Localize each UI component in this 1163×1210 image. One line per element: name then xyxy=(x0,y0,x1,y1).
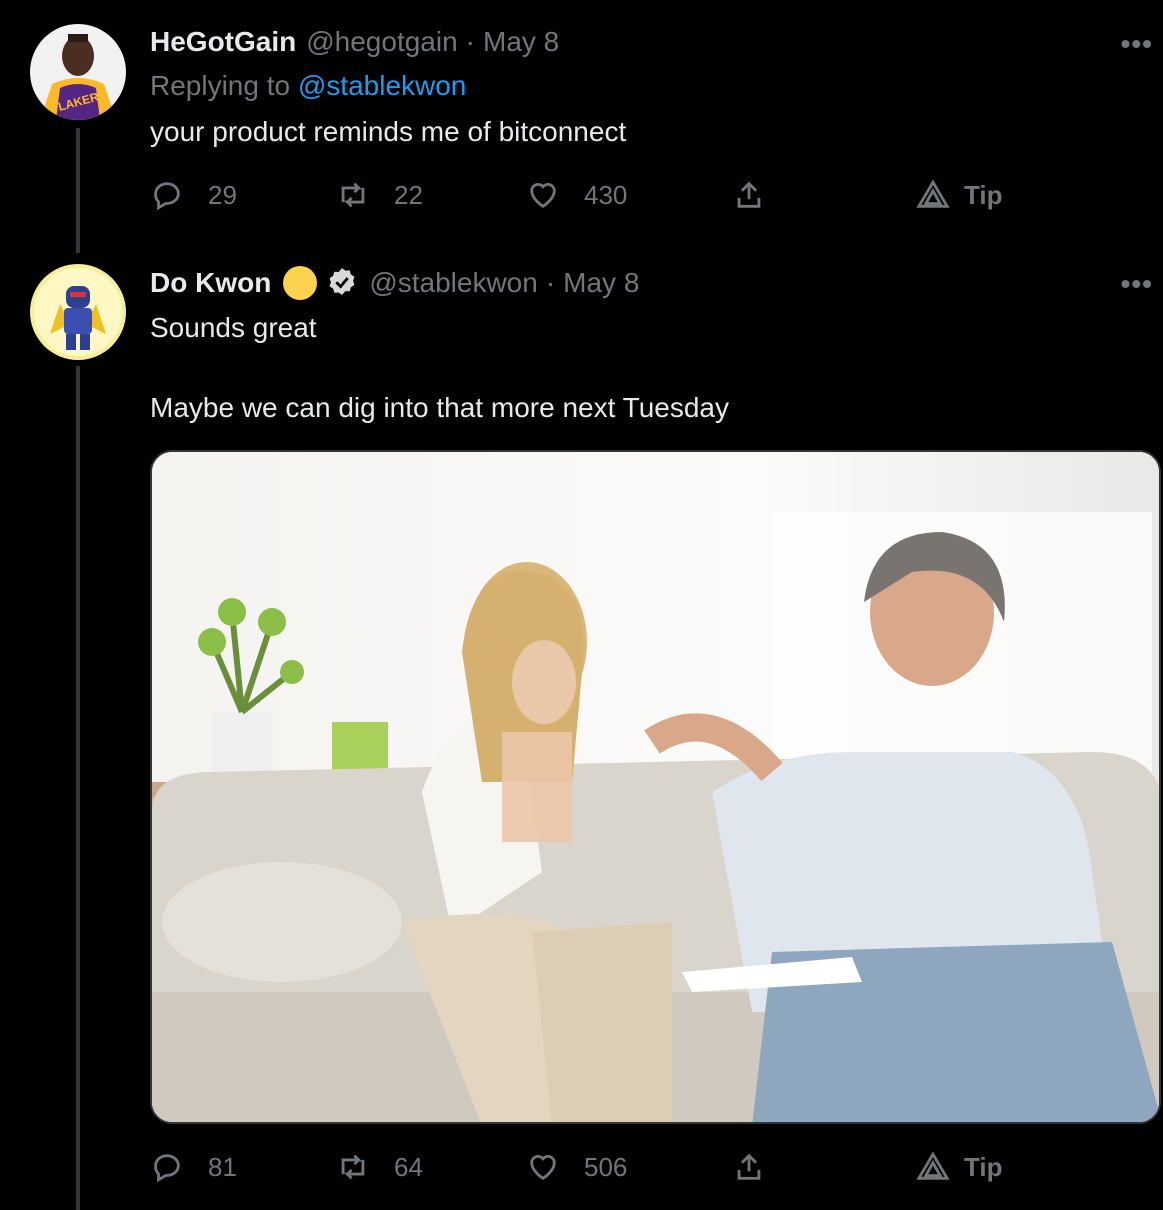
share-button[interactable] xyxy=(732,1150,766,1184)
retweet-count: 64 xyxy=(394,1151,423,1182)
replying-mention-link[interactable]: @stablekwon xyxy=(298,70,467,101)
reply-icon xyxy=(154,182,180,211)
tweet-hegotgain[interactable]: LAKERS HeGotGain @hegotgain · May 8 ••• … xyxy=(0,0,1163,250)
more-options-button[interactable]: ••• xyxy=(1121,268,1153,300)
tweet-text-line-2: Maybe we can dig into that more next Tue… xyxy=(150,392,729,423)
avatar-hegotgain[interactable]: LAKERS xyxy=(30,24,126,120)
retweet-count: 22 xyxy=(394,179,423,210)
retweet-button[interactable]: 64 xyxy=(336,1150,423,1184)
like-button[interactable]: 430 xyxy=(526,178,627,212)
replying-prefix: Replying to xyxy=(150,70,291,101)
tweet-text-line-1: Sounds great xyxy=(150,312,317,343)
retweet-button[interactable]: 22 xyxy=(336,178,423,212)
tweet-actions: 29 22 430 Tip xyxy=(150,178,1010,218)
avatar-image xyxy=(30,264,126,360)
like-count: 430 xyxy=(584,179,628,210)
reply-button[interactable]: 81 xyxy=(150,1150,237,1184)
author-handle[interactable]: @stablekwon xyxy=(369,267,538,299)
photo-illustration xyxy=(152,452,1159,1122)
author-handle[interactable]: @hegotgain xyxy=(306,26,457,58)
retweet-icon xyxy=(341,1154,365,1180)
author-name[interactable]: HeGotGain xyxy=(150,26,296,58)
tip-button[interactable]: Tip xyxy=(916,178,1003,212)
tip-label: Tip xyxy=(964,179,1003,210)
more-options-button[interactable]: ••• xyxy=(1121,28,1153,60)
retweet-icon xyxy=(341,182,365,208)
tip-icon xyxy=(916,1151,950,1180)
custom-badge-icon xyxy=(283,266,318,300)
tweet-stablekwon[interactable]: Do Kwon @stablekwon · May 8 ••• Sounds g… xyxy=(0,250,1163,1210)
tip-label: Tip xyxy=(964,1151,1003,1182)
tweet-date[interactable]: May 8 xyxy=(563,267,639,299)
heart-icon xyxy=(530,183,556,209)
heart-icon xyxy=(530,1155,556,1181)
author-name[interactable]: Do Kwon xyxy=(150,267,271,299)
reply-count: 81 xyxy=(208,1151,237,1182)
reply-count: 29 xyxy=(208,179,237,210)
tweet-media-image[interactable] xyxy=(150,450,1161,1124)
share-icon xyxy=(737,1153,761,1180)
share-button[interactable] xyxy=(732,178,766,212)
share-icon xyxy=(737,181,761,208)
like-button[interactable]: 506 xyxy=(526,1150,627,1184)
tweet-text: your product reminds me of bitconnect xyxy=(150,116,627,147)
avatar-image: LAKERS xyxy=(30,24,126,120)
avatar-stablekwon[interactable] xyxy=(30,264,126,360)
reply-icon xyxy=(154,1154,180,1183)
reply-button[interactable]: 29 xyxy=(150,178,237,212)
verified-badge-icon xyxy=(329,268,355,296)
tip-icon xyxy=(916,179,950,208)
like-count: 506 xyxy=(584,1151,628,1182)
tip-button[interactable]: Tip xyxy=(916,1150,1003,1184)
separator-dot: · xyxy=(465,26,475,57)
replying-to-line: Replying to @stablekwon xyxy=(150,70,466,102)
separator-dot: · xyxy=(545,267,556,298)
tweet-date[interactable]: May 8 xyxy=(483,26,559,58)
tweet-actions: 81 64 506 Tip xyxy=(150,1150,1010,1190)
